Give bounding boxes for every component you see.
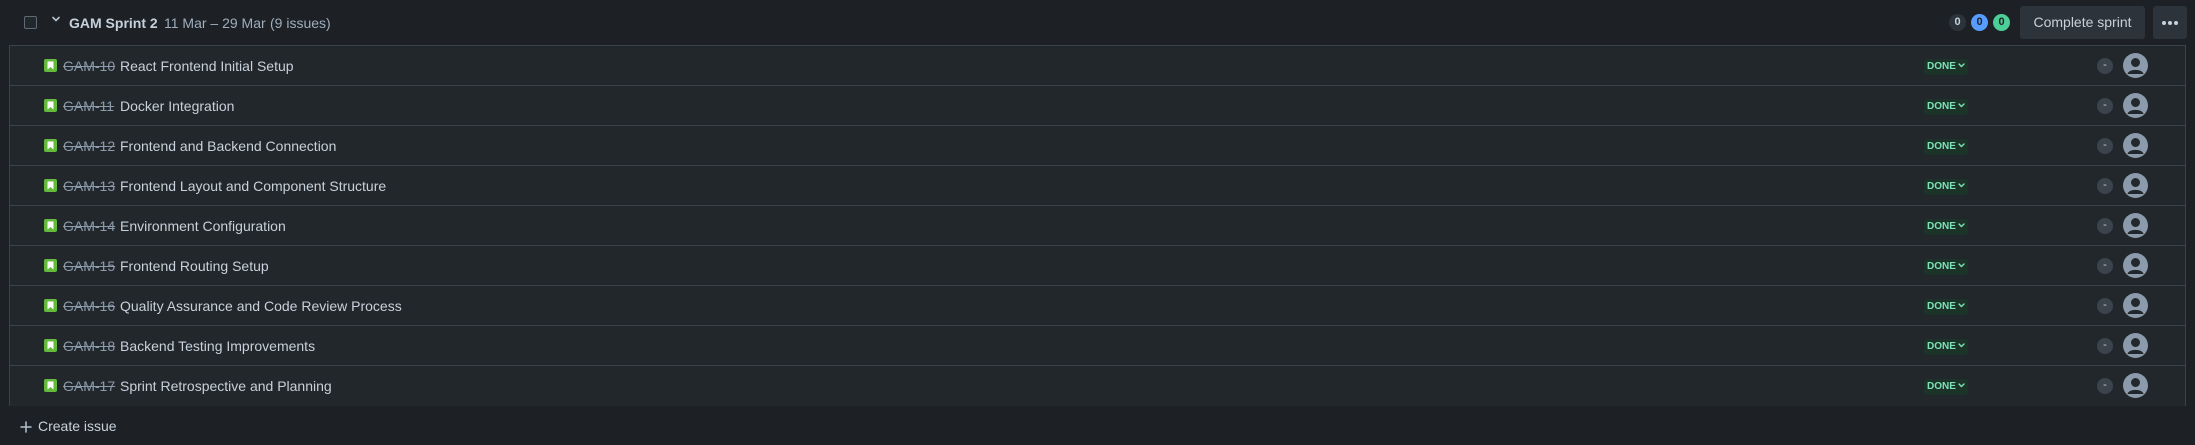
issue-summary[interactable]: Environment Configuration — [120, 218, 286, 234]
issue-row[interactable]: GAM-10 React Frontend Initial Setup DONE - — [10, 46, 2185, 86]
chevron-down-icon — [1958, 103, 1965, 108]
story-icon — [44, 179, 57, 192]
sprint-header: GAM Sprint 2 11 Mar – 29 Mar (9 issues) … — [0, 0, 2195, 45]
story-points-estimate[interactable]: - — [2097, 58, 2113, 74]
status-dropdown[interactable]: DONE — [1924, 219, 1968, 235]
issue-summary[interactable]: Frontend and Backend Connection — [120, 138, 336, 154]
complete-sprint-button[interactable]: Complete sprint — [2020, 6, 2145, 39]
story-icon — [44, 299, 57, 312]
status-dropdown[interactable]: DONE — [1924, 339, 1968, 355]
assignee-avatar-icon[interactable] — [2123, 333, 2148, 358]
story-points-estimate[interactable]: - — [2097, 338, 2113, 354]
issue-row[interactable]: GAM-13 Frontend Layout and Component Stru… — [10, 166, 2185, 206]
issue-list: GAM-10 React Frontend Initial Setup DONE - G… — [9, 45, 2186, 406]
story-icon — [44, 259, 57, 272]
issue-row[interactable]: GAM-12 Frontend and Backend Connection DON… — [10, 126, 2185, 166]
status-label: DONE — [1927, 101, 1956, 112]
status-label: DONE — [1927, 261, 1956, 272]
status-dropdown[interactable]: DONE — [1924, 379, 1968, 395]
chevron-down-icon — [1958, 303, 1965, 308]
issue-summary[interactable]: Docker Integration — [120, 98, 234, 114]
issue-summary[interactable]: Quality Assurance and Code Review Proces… — [120, 298, 402, 314]
issue-row[interactable]: GAM-11 Docker Integration DONE - — [10, 86, 2185, 126]
status-dropdown[interactable]: DONE — [1924, 299, 1968, 315]
chevron-down-icon — [1958, 183, 1965, 188]
status-dropdown[interactable]: DONE — [1924, 99, 1968, 115]
status-label: DONE — [1927, 301, 1956, 312]
chevron-down-icon — [1958, 223, 1965, 228]
chevron-down-icon — [1958, 383, 1965, 388]
assignee-avatar-icon[interactable] — [2123, 53, 2148, 78]
assignee-avatar-icon[interactable] — [2123, 133, 2148, 158]
issue-summary[interactable]: Frontend Routing Setup — [120, 258, 269, 274]
sprint-name: GAM Sprint 2 — [69, 15, 158, 31]
story-points-estimate[interactable]: - — [2097, 178, 2113, 194]
assignee-avatar-icon[interactable] — [2123, 373, 2148, 398]
story-icon — [44, 59, 57, 72]
story-points-estimate[interactable]: - — [2097, 378, 2113, 394]
issue-key[interactable]: GAM-15 — [63, 258, 115, 274]
story-points-estimate[interactable]: - — [2097, 298, 2113, 314]
issue-summary[interactable]: Frontend Layout and Component Structure — [120, 178, 386, 194]
sprint-dates: 11 Mar – 29 Mar — [164, 15, 266, 31]
issue-row[interactable]: GAM-16 Quality Assurance and Code Review … — [10, 286, 2185, 326]
issue-key[interactable]: GAM-10 — [63, 58, 115, 74]
status-dropdown[interactable]: DONE — [1924, 59, 1968, 75]
status-dropdown[interactable]: DONE — [1924, 179, 1968, 195]
todo-count-badge: 0 — [1949, 14, 1966, 31]
issue-summary[interactable]: Backend Testing Improvements — [120, 338, 315, 354]
chevron-down-icon — [1958, 63, 1965, 68]
chevron-down-icon — [1958, 343, 1965, 348]
status-label: DONE — [1927, 181, 1956, 192]
assignee-avatar-icon[interactable] — [2123, 173, 2148, 198]
status-dropdown[interactable]: DONE — [1924, 139, 1968, 155]
status-label: DONE — [1927, 341, 1956, 352]
chevron-down-icon — [1958, 143, 1965, 148]
status-label: DONE — [1927, 381, 1956, 392]
story-icon — [44, 379, 57, 392]
assignee-avatar-icon[interactable] — [2123, 93, 2148, 118]
done-count-badge: 0 — [1993, 14, 2010, 31]
issue-row[interactable]: GAM-18 Backend Testing Improvements DONE - — [10, 326, 2185, 366]
issue-row[interactable]: GAM-15 Frontend Routing Setup DONE - — [10, 246, 2185, 286]
issue-key[interactable]: GAM-16 — [63, 298, 115, 314]
more-icon — [2162, 21, 2166, 25]
status-label: DONE — [1927, 221, 1956, 232]
issue-key[interactable]: GAM-11 — [63, 98, 114, 114]
story-points-estimate[interactable]: - — [2097, 218, 2113, 234]
assignee-avatar-icon[interactable] — [2123, 213, 2148, 238]
create-issue-label: Create issue — [38, 418, 117, 434]
more-icon — [2168, 21, 2172, 25]
more-actions-button[interactable] — [2153, 6, 2187, 39]
plus-icon — [20, 421, 32, 433]
story-points-estimate[interactable]: - — [2097, 258, 2113, 274]
story-icon — [44, 99, 57, 112]
status-label: DONE — [1927, 141, 1956, 152]
story-icon — [44, 339, 57, 352]
issue-key[interactable]: GAM-12 — [63, 138, 115, 154]
status-label: DONE — [1927, 61, 1956, 72]
story-icon — [44, 219, 57, 232]
assignee-avatar-icon[interactable] — [2123, 253, 2148, 278]
chevron-down-icon — [1958, 263, 1965, 268]
issue-row[interactable]: GAM-14 Environment Configuration DONE - — [10, 206, 2185, 246]
chevron-down-icon[interactable] — [51, 14, 61, 24]
in-progress-count-badge: 0 — [1971, 14, 1988, 31]
issue-key[interactable]: GAM-18 — [63, 338, 115, 354]
sprint-container: GAM Sprint 2 11 Mar – 29 Mar (9 issues) … — [0, 0, 2195, 445]
issue-row[interactable]: GAM-17 Sprint Retrospective and Planning D… — [10, 366, 2185, 406]
sprint-issue-count: (9 issues) — [270, 15, 331, 31]
issue-summary[interactable]: Sprint Retrospective and Planning — [120, 378, 332, 394]
issue-key[interactable]: GAM-14 — [63, 218, 115, 234]
issue-key[interactable]: GAM-13 — [63, 178, 115, 194]
issue-key[interactable]: GAM-17 — [63, 378, 115, 394]
more-icon — [2174, 21, 2178, 25]
story-points-estimate[interactable]: - — [2097, 138, 2113, 154]
issue-summary[interactable]: React Frontend Initial Setup — [120, 58, 294, 74]
story-icon — [44, 139, 57, 152]
status-dropdown[interactable]: DONE — [1924, 259, 1968, 275]
story-points-estimate[interactable]: - — [2097, 98, 2113, 114]
assignee-avatar-icon[interactable] — [2123, 293, 2148, 318]
sprint-select-checkbox[interactable] — [24, 16, 37, 29]
